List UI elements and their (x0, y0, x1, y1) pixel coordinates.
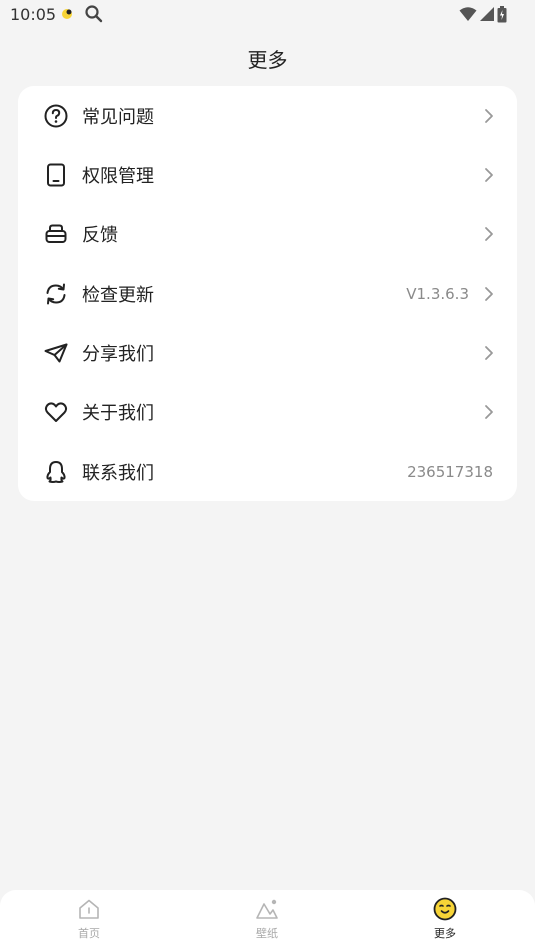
feedback-icon (43, 221, 69, 247)
menu-item-feedback[interactable]: 反馈 (18, 204, 517, 263)
phone-icon (43, 162, 69, 188)
more-face-icon (433, 897, 457, 921)
nav-label: 壁纸 (256, 927, 278, 940)
chevron-right-icon (485, 226, 493, 241)
menu-item-label: 常见问题 (82, 106, 154, 128)
home-icon (79, 899, 99, 919)
version-value: V1.3.6.3 (406, 284, 469, 303)
refresh-icon (43, 281, 69, 307)
nav-item-home[interactable]: 首页 (44, 890, 134, 951)
notification-icon (62, 9, 72, 19)
menu-item-label: 关于我们 (82, 402, 154, 424)
menu-item-label: 反馈 (82, 224, 118, 246)
chevron-right-icon (485, 286, 493, 301)
wallpaper-icon (256, 899, 278, 919)
chevron-right-icon (485, 167, 493, 182)
contact-value: 236517318 (407, 462, 493, 481)
bottom-nav: 首页 壁纸 更多 (0, 890, 535, 951)
wifi-icon (459, 7, 477, 21)
nav-item-wallpaper[interactable]: 壁纸 (222, 890, 312, 951)
chevron-right-icon (485, 345, 493, 360)
nav-label: 更多 (434, 927, 456, 940)
signal-icon (480, 7, 494, 21)
menu-item-share[interactable]: 分享我们 (18, 323, 517, 382)
menu-card: 常见问题 权限管理 反馈 检查更新 V1.3.6.3 分享我们 关于我们 联系我… (18, 86, 517, 501)
menu-item-about[interactable]: 关于我们 (18, 382, 517, 441)
chevron-right-icon (485, 404, 493, 419)
search-icon (85, 5, 103, 23)
menu-item-faq[interactable]: 常见问题 (18, 86, 517, 145)
menu-item-label: 联系我们 (82, 462, 154, 484)
paper-plane-icon (43, 340, 69, 366)
page-title: 更多 (247, 48, 288, 72)
status-bar: 10:05 (0, 0, 535, 30)
nav-item-more[interactable]: 更多 (400, 890, 490, 951)
nav-label: 首页 (78, 927, 100, 940)
menu-item-label: 分享我们 (82, 343, 154, 365)
menu-item-contact[interactable]: 联系我们 236517318 (18, 442, 517, 501)
menu-item-permissions[interactable]: 权限管理 (18, 145, 517, 204)
menu-item-label: 检查更新 (82, 284, 154, 306)
menu-item-label: 权限管理 (82, 165, 154, 187)
battery-icon (497, 5, 507, 22)
status-icons (459, 5, 507, 23)
qq-icon (43, 459, 69, 485)
status-time: 10:05 (10, 5, 57, 24)
menu-item-check-update[interactable]: 检查更新 V1.3.6.3 (18, 264, 517, 323)
help-circle-icon (43, 103, 69, 129)
heart-icon (43, 399, 69, 425)
chevron-right-icon (485, 108, 493, 123)
